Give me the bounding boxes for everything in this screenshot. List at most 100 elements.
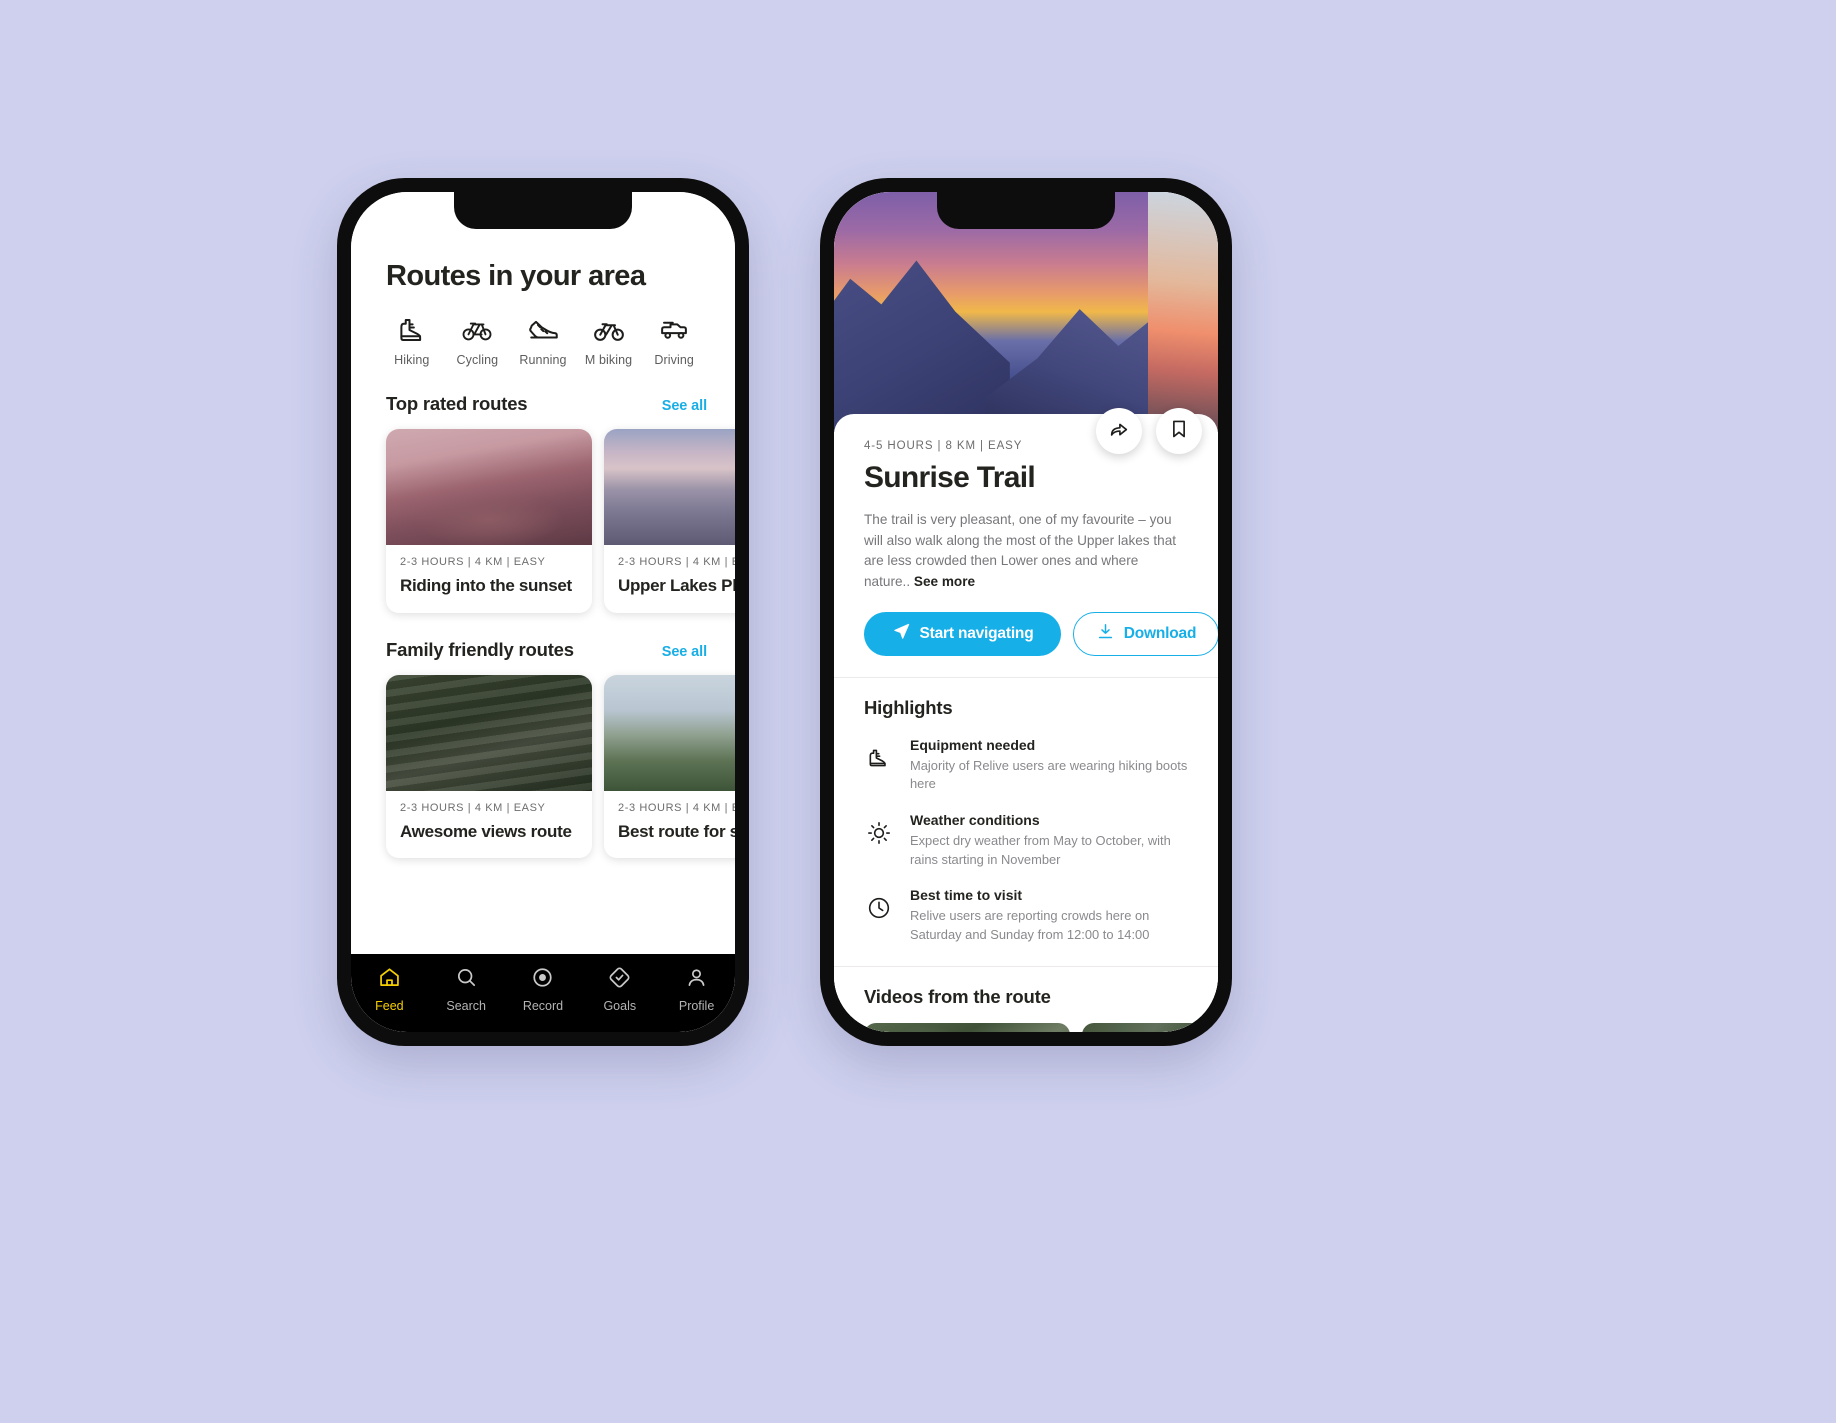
section-title: Family friendly routes [386, 638, 574, 660]
download-icon [1096, 622, 1115, 646]
tab-goals[interactable]: Goals [585, 966, 655, 1013]
bookmark-icon [1168, 418, 1190, 445]
route-title: Sunrise Trail [864, 461, 1036, 494]
highlight-text: Best time to visit Relive users are repo… [910, 887, 1188, 944]
phone-notch [937, 192, 1115, 229]
route-card-title: Best route for sunsets [618, 821, 735, 841]
detail-sheet: 4-5 HOURS | 8 KM | EASY Sunrise Trail Th… [834, 414, 1218, 1032]
phone-right-detail: 4-5 HOURS | 8 KM | EASY Sunrise Trail Th… [820, 178, 1232, 1046]
mockup-stage: Routes in your area Hiking Cycling Runni… [0, 0, 1836, 1423]
car-icon [659, 315, 689, 345]
route-description-text: The trail is very pleasant, one of my fa… [864, 512, 1177, 589]
activity-filter-driving[interactable]: Driving [641, 315, 707, 367]
route-card-meta: 2-3 HOURS | 4 KM | EASY [618, 801, 735, 814]
highlights-section: Highlights Equipment needed Majority of … [834, 678, 1218, 945]
record-icon [531, 966, 554, 994]
route-card[interactable]: 2-3 HOURS | 4 KM | EASY Awesome views ro… [386, 674, 592, 859]
video-carousel[interactable] [864, 1022, 1218, 1032]
activity-label: Driving [654, 353, 694, 367]
tab-label: Search [446, 999, 486, 1013]
highlight-title: Best time to visit [910, 887, 1023, 904]
route-card-image [604, 674, 735, 791]
route-description: The trail is very pleasant, one of my fa… [864, 510, 1188, 593]
route-card-image [386, 674, 592, 791]
hero-image-next [1148, 192, 1218, 432]
hiking-boot-icon [864, 737, 894, 794]
route-card-carousel-family-friendly[interactable]: 2-3 HOURS | 4 KM | EASY Awesome views ro… [351, 661, 735, 859]
route-card[interactable]: 2-3 HOURS | 4 KM | EASY Best route for s… [604, 674, 735, 859]
activity-filter-m-biking[interactable]: M biking [576, 315, 642, 367]
route-card-title: Upper Lakes Plitvice [618, 576, 735, 595]
videos-title: Videos from the route [864, 985, 1051, 1007]
tab-label: Goals [603, 999, 637, 1013]
activity-label: Hiking [394, 353, 430, 367]
mountain-bike-icon [593, 315, 624, 345]
section-header-top-rated: Top rated routes See all [351, 367, 735, 415]
highlight-title: Weather conditions [910, 812, 1040, 829]
tab-label: Record [522, 999, 564, 1013]
detail-action-row: Start navigating Download [834, 593, 1218, 656]
route-card[interactable]: 2-3 HOURS | 4 KM | EASY Upper Lakes Plit… [604, 429, 735, 613]
profile-icon [685, 966, 708, 994]
feed-scroll-area[interactable]: Routes in your area Hiking Cycling Runni… [351, 192, 735, 954]
feed-screen: Routes in your area Hiking Cycling Runni… [351, 192, 735, 1032]
highlight-text: Weather conditions Expect dry weather fr… [910, 812, 1188, 869]
route-card-carousel-top-rated[interactable]: 2-3 HOURS | 4 KM | EASY Riding into the … [351, 415, 735, 613]
highlights-title: Highlights [864, 696, 953, 718]
share-button[interactable] [1096, 408, 1142, 454]
highlight-title: Equipment needed [910, 736, 1036, 753]
home-icon [378, 966, 401, 994]
activity-filter-cycling[interactable]: Cycling [445, 315, 511, 367]
phone-left-feed: Routes in your area Hiking Cycling Runni… [337, 178, 749, 1046]
search-icon [455, 966, 478, 994]
activity-label: Running [519, 353, 567, 367]
tab-profile[interactable]: Profile [662, 966, 732, 1013]
route-card-body: 2-3 HOURS | 4 KM | EASY Awesome views ro… [386, 791, 592, 859]
hero-action-buttons [1096, 408, 1202, 454]
highlight-description: Relive users are reporting crowds here o… [910, 908, 1150, 943]
route-card-title: Riding into the sunset [400, 576, 572, 595]
activity-filter-hiking[interactable]: Hiking [379, 315, 445, 367]
activity-filter-running[interactable]: Running [510, 315, 576, 367]
sun-icon [864, 812, 894, 869]
bookmark-button[interactable] [1156, 408, 1202, 454]
tab-label: Feed [375, 999, 404, 1013]
route-card-image [604, 429, 735, 545]
route-card-image [386, 429, 592, 545]
see-all-link[interactable]: See all [662, 398, 707, 414]
hiking-boot-icon [397, 315, 427, 345]
navigation-arrow-icon [892, 622, 911, 646]
route-card-meta: 2-3 HOURS | 4 KM | EASY [618, 556, 735, 568]
see-all-link[interactable]: See all [662, 644, 707, 660]
tab-search[interactable]: Search [431, 966, 501, 1013]
route-card-meta: 2-3 HOURS | 4 KM | EASY [400, 556, 546, 568]
video-thumbnail[interactable] [1082, 1022, 1218, 1032]
video-thumbnail[interactable] [864, 1022, 1070, 1032]
tab-label: Profile [678, 999, 715, 1013]
phone-notch [454, 192, 632, 229]
download-button[interactable]: Download [1073, 611, 1218, 656]
activity-filter-row: Hiking Cycling Running M biking Driving [351, 293, 735, 367]
clock-icon [864, 887, 894, 944]
tab-record[interactable]: Record [508, 966, 578, 1013]
tab-feed[interactable]: Feed [354, 966, 424, 1013]
start-navigating-button[interactable]: Start navigating [864, 611, 1061, 656]
see-more-link[interactable]: See more [914, 574, 975, 589]
highlight-text: Equipment needed Majority of Relive user… [910, 737, 1188, 794]
running-shoe-icon [528, 315, 558, 345]
section-title: Top rated routes [386, 393, 528, 414]
route-card-meta: 2-3 HOURS | 4 KM | EASY [400, 801, 546, 814]
detail-screen: 4-5 HOURS | 8 KM | EASY Sunrise Trail Th… [834, 192, 1218, 1032]
start-navigating-label: Start navigating [919, 624, 1034, 642]
route-card-body: 2-3 HOURS | 4 KM | EASY Upper Lakes Plit… [604, 545, 735, 613]
goals-icon [608, 966, 631, 994]
route-card[interactable]: 2-3 HOURS | 4 KM | EASY Riding into the … [386, 429, 592, 613]
highlight-description: Expect dry weather from May to October, … [910, 833, 1171, 867]
highlight-item-weather: Weather conditions Expect dry weather fr… [864, 812, 1188, 869]
bottom-tab-bar: Feed Search Record Goals Profile [351, 954, 735, 1032]
share-icon [1108, 418, 1130, 445]
route-card-body: 2-3 HOURS | 4 KM | EASY Riding into the … [386, 545, 592, 613]
section-header-family-friendly: Family friendly routes See all [351, 613, 735, 661]
highlight-item-equipment: Equipment needed Majority of Relive user… [864, 737, 1188, 794]
activity-label: M biking [584, 353, 633, 367]
